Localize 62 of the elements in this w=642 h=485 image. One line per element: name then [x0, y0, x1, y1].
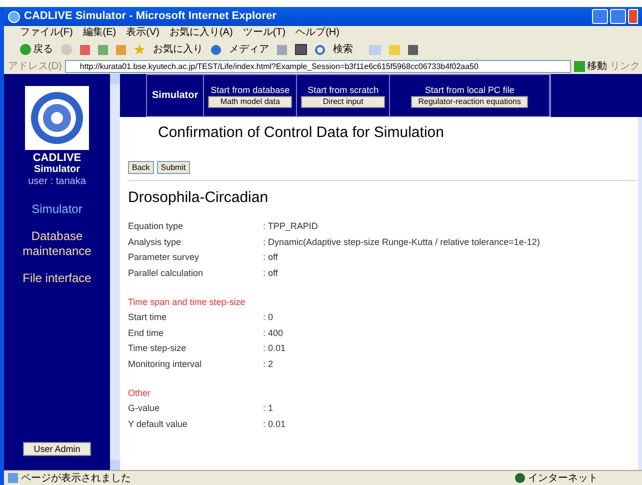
seal-logo	[25, 86, 89, 150]
favorites-button[interactable]: お気に入り	[153, 42, 203, 57]
nav-section-title: Start from database	[210, 84, 290, 96]
field-value: : 2	[263, 358, 274, 370]
nav-button[interactable]: Regulator-reaction equations	[411, 96, 528, 108]
window-title: CADLIVE Simulator - Microsoft Internet Explorer	[24, 9, 276, 24]
field-label: Analysis type	[128, 236, 182, 249]
maximize-button[interactable]	[610, 9, 626, 24]
field-label: Equation type	[128, 220, 184, 233]
field-value: : 400	[263, 326, 284, 340]
field-label: Monitoring interval	[128, 358, 203, 371]
sidebar-link[interactable]: File interface	[9, 271, 105, 286]
back-button[interactable]: 戻る	[33, 42, 53, 57]
menu-item[interactable]: お気に入り(A)	[169, 28, 233, 38]
sidebar-link[interactable]: Database maintenance	[9, 229, 105, 259]
menu-item[interactable]: 編集(E)	[82, 28, 116, 38]
zone-label: インターネット	[528, 472, 598, 485]
field-value: : off	[263, 266, 278, 280]
nav-button[interactable]: Direct input	[301, 96, 386, 108]
app-subtitle: Simulator	[34, 164, 80, 176]
page-heading: Confirmation of Control Data for Simulation	[157, 123, 445, 143]
field-label: Start time	[128, 311, 168, 324]
field-value: : 0	[263, 311, 274, 324]
model-name: Drosophila-Circadian	[128, 189, 270, 207]
field-value: : 0.01	[263, 418, 286, 430]
field-label: Y default value	[128, 418, 188, 430]
menu-item[interactable]: 表示(V)	[126, 28, 160, 38]
field-value: : off	[263, 251, 278, 264]
field-label: Parameter survey	[128, 251, 200, 264]
field-value: : TPP_RAPID	[263, 220, 318, 233]
media-button[interactable]: メディア	[229, 42, 269, 57]
menu-item[interactable]: ファイル(F)	[20, 28, 73, 38]
field-value: : 1	[263, 402, 274, 415]
field-label: G-value	[128, 402, 161, 415]
field-label: Time step-size	[128, 342, 188, 355]
form-button[interactable]: Submit	[156, 161, 190, 174]
user-label: user : tanaka	[28, 176, 86, 188]
status-message: ページが表示されました	[21, 472, 131, 485]
user-admin-button[interactable]: User Admin	[22, 442, 92, 456]
nav-current: Simulator	[147, 75, 204, 116]
menu-item[interactable]: ツール(T)	[242, 28, 286, 38]
scrollbar[interactable]	[110, 74, 120, 470]
address-label: アドレス(D)	[8, 60, 62, 74]
field-value: : 0.01	[263, 342, 286, 355]
star-icon	[134, 44, 145, 55]
section-title: Time span and time step-size	[128, 296, 246, 309]
app-name: CADLIVE	[32, 152, 82, 164]
field-label: Parallel calculation	[128, 266, 204, 280]
field-value: : Dynamic(Adaptive step-size Runge-Kutta / relative tolerance=1e-12)	[263, 236, 540, 249]
field-label: End time	[128, 326, 165, 340]
minimize-button[interactable]	[592, 9, 608, 24]
nav-section-title: Start from local PC file	[424, 84, 514, 96]
menu-item[interactable]: ヘルプ(H)	[296, 28, 340, 38]
section-title: Other	[128, 387, 152, 400]
close-button[interactable]	[628, 9, 638, 24]
search-button[interactable]: 検索	[333, 42, 353, 57]
sidebar-link[interactable]: Simulator	[9, 202, 105, 217]
go-button[interactable]: 移動	[587, 59, 607, 74]
nav-button[interactable]: Math model data	[208, 96, 292, 108]
form-button[interactable]: Back	[128, 161, 154, 174]
nav-section-title: Start from scratch	[308, 84, 379, 96]
address-field[interactable]: http://kurata01.bse.kyutech.ac.jp/TEST/Life/index.html?Example_Session=b3f11e6c615f5968cc06733b4f02aa50	[64, 60, 571, 73]
